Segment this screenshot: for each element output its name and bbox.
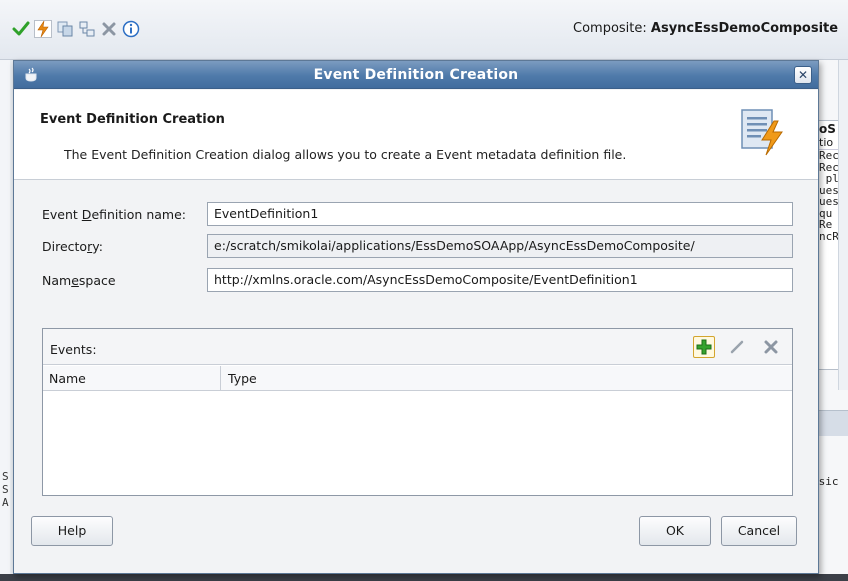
event-definition-name-label: Event Definition name: bbox=[42, 207, 186, 222]
dialog-title: Event Definition Creation bbox=[313, 67, 519, 83]
events-table-header: Name Type bbox=[43, 366, 792, 391]
composite-label: Composite: AsyncEssDemoComposite bbox=[573, 21, 838, 36]
namespace-label: Namespace bbox=[42, 273, 116, 288]
right-panel-header: oS bbox=[819, 122, 836, 136]
delete-x-icon bbox=[764, 340, 778, 354]
pencil-icon bbox=[730, 340, 744, 354]
close-button[interactable]: ✕ bbox=[794, 66, 812, 84]
event-bolt-icon[interactable] bbox=[34, 20, 52, 38]
info-icon[interactable] bbox=[122, 20, 140, 38]
event-definition-dialog: Event Definition Creation ✕ Event Defini… bbox=[13, 60, 819, 574]
edit-event-button[interactable] bbox=[726, 336, 748, 358]
composite-prefix: Composite: bbox=[573, 21, 647, 36]
left-console-text: S S A bbox=[2, 470, 9, 509]
column-header-type[interactable]: Type bbox=[222, 366, 792, 391]
header-title: Event Definition Creation bbox=[40, 112, 225, 127]
events-panel: Events: Name Type bbox=[42, 328, 793, 496]
delete-icon[interactable] bbox=[100, 20, 118, 38]
dialog-header: Event Definition Creation The Event Defi… bbox=[14, 90, 818, 180]
status-bar bbox=[0, 574, 848, 581]
plus-icon bbox=[696, 339, 712, 355]
add-event-button[interactable] bbox=[693, 336, 715, 358]
namespace-input[interactable]: http://xmlns.oracle.com/AsyncEssDemoComp… bbox=[207, 268, 793, 292]
header-description: The Event Definition Creation dialog all… bbox=[64, 147, 627, 162]
column-header-name[interactable]: Name bbox=[43, 366, 221, 391]
events-toolbar: Events: bbox=[43, 329, 792, 365]
dialog-titlebar[interactable]: Event Definition Creation ✕ bbox=[14, 61, 818, 89]
composite-name: AsyncEssDemoComposite bbox=[650, 21, 839, 36]
help-button[interactable]: Help bbox=[31, 516, 113, 546]
close-icon: ✕ bbox=[797, 68, 809, 82]
delete-event-button[interactable] bbox=[760, 336, 782, 358]
structure-icon[interactable] bbox=[78, 20, 96, 38]
validate-check-icon[interactable] bbox=[12, 20, 30, 38]
right-panel-lines: Rec Rec pl ues ues qu Re ncR bbox=[819, 149, 839, 243]
copy-icon[interactable] bbox=[56, 20, 74, 38]
ide-toolbar: Composite: AsyncEssDemoComposite bbox=[0, 0, 848, 60]
event-definition-name-input[interactable]: EventDefinition1 bbox=[207, 202, 793, 226]
event-document-icon bbox=[738, 107, 786, 157]
right-scrollbar[interactable] bbox=[838, 60, 848, 390]
directory-input[interactable]: e:/scratch/smikolai/applications/EssDemo… bbox=[207, 234, 793, 258]
ok-button[interactable]: OK bbox=[639, 516, 711, 546]
events-label: Events: bbox=[50, 342, 97, 357]
cancel-button[interactable]: Cancel bbox=[721, 516, 797, 546]
directory-label: Directory: bbox=[42, 239, 103, 254]
